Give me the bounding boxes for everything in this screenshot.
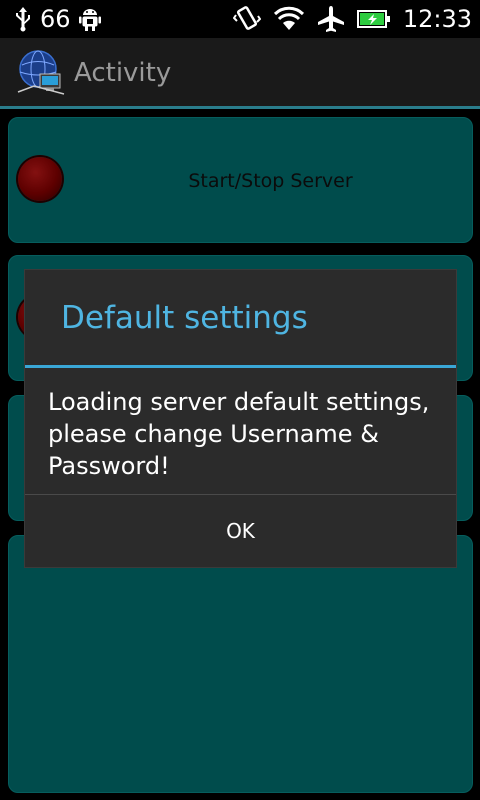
- dialog-title: Default settings: [61, 300, 308, 336]
- action-bar: Activity: [0, 38, 480, 109]
- airplane-mode-icon: [317, 4, 345, 34]
- default-settings-dialog: Default settings Loading server default …: [25, 270, 456, 567]
- android-debug-icon: [78, 4, 101, 34]
- status-right: 12:33: [232, 4, 472, 34]
- dialog-title-divider: [25, 365, 456, 368]
- dialog-message: Loading server default settings, please …: [48, 388, 430, 480]
- status-left: 66: [14, 4, 101, 34]
- clock-text: 12:33: [402, 5, 472, 33]
- wifi-icon: [273, 4, 305, 34]
- ok-button[interactable]: OK: [25, 495, 456, 567]
- signal-count-text: 66: [40, 5, 71, 33]
- vibrate-icon: [232, 4, 261, 34]
- usb-icon: [14, 4, 32, 34]
- status-bar: 66 12:33: [0, 0, 480, 38]
- app-title: Activity: [74, 58, 172, 88]
- battery-charging-icon: [356, 4, 391, 34]
- network-globe-icon: [16, 48, 66, 98]
